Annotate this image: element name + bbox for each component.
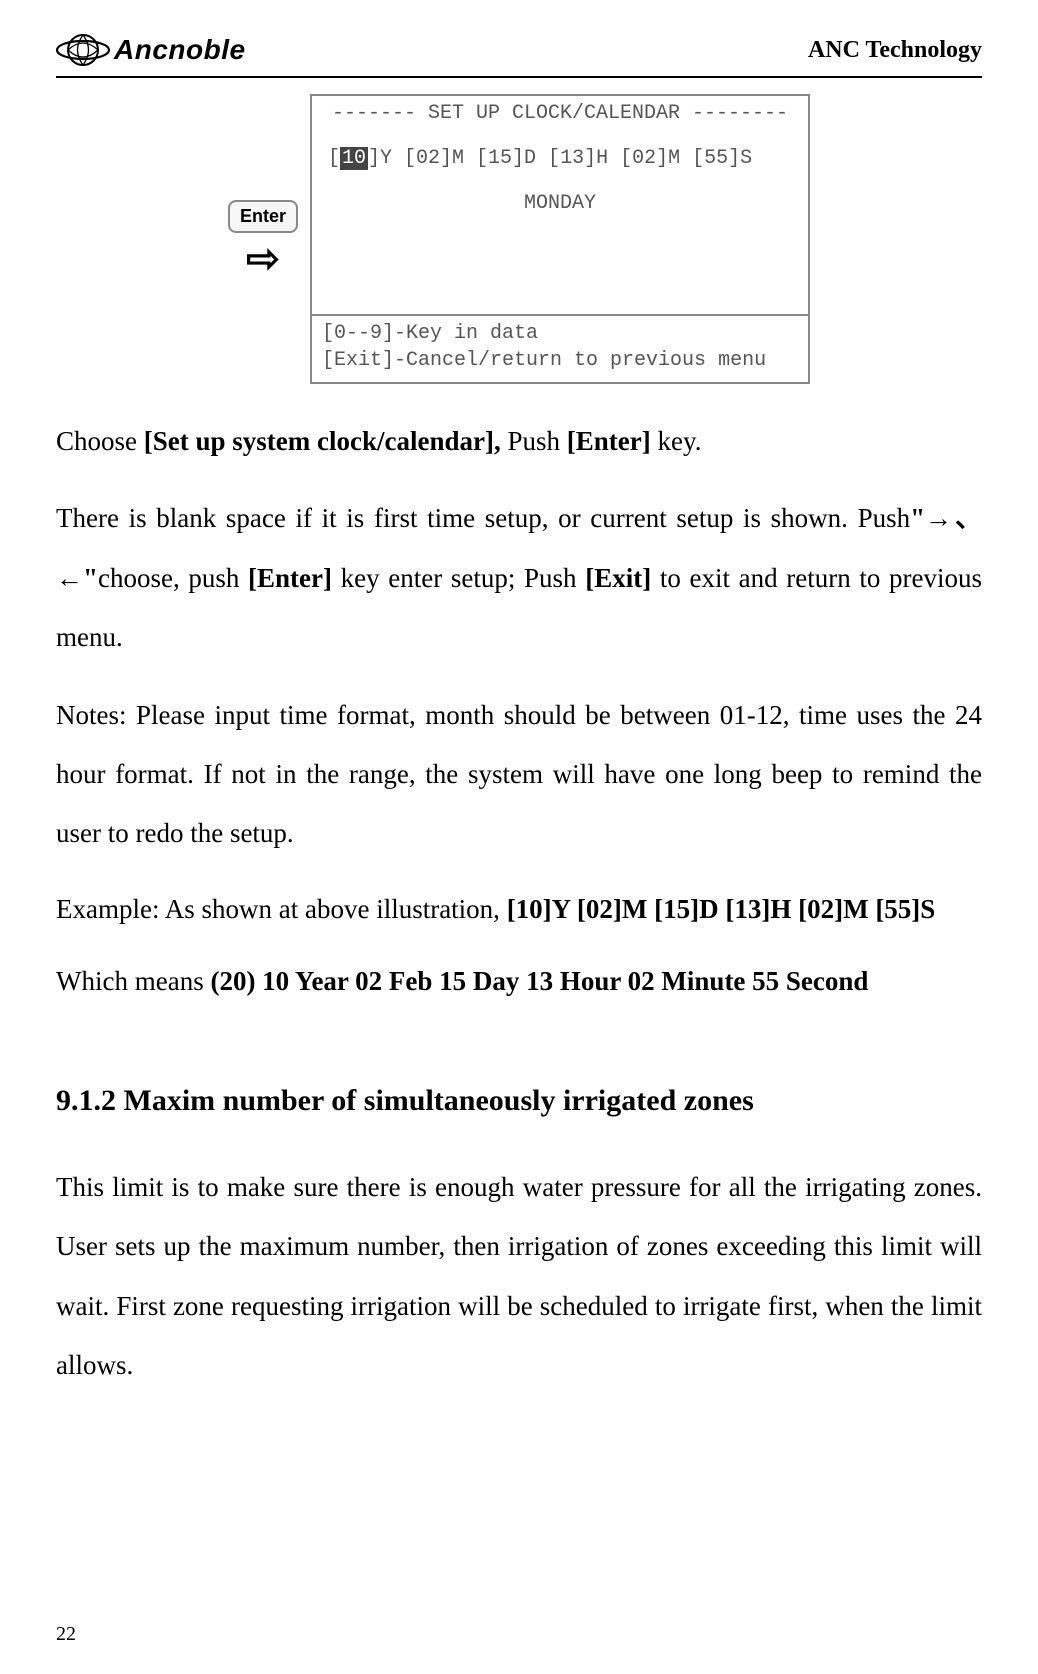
body-content: Choose [Set up system clock/calendar], P…: [56, 412, 982, 1395]
arrow-right-icon: ⇨: [246, 239, 280, 279]
section-heading: 9.1.2 Maxim number of simultaneously irr…: [56, 1068, 982, 1134]
header-right-text: ANC Technology: [808, 37, 982, 64]
lcd-data-line: [10]Y [02]M [15]D [13]H [02]M [55]S: [322, 147, 798, 170]
lcd-title: ------- SET UP CLOCK/CALENDAR --------: [322, 102, 798, 125]
page-number: 22: [56, 1623, 76, 1646]
paragraph-2: There is blank space if it is first time…: [56, 489, 982, 667]
paragraph-3: Notes: Please input time format, month s…: [56, 686, 982, 864]
paragraph-4: Example: As shown at above illustration,…: [56, 882, 982, 936]
lcd-data-rest: ]Y [02]M [15]D [13]H [02]M [55]S: [368, 147, 752, 170]
enter-key-illustration: Enter ⇨: [228, 200, 298, 279]
lcd-foot-1: [0--9]-Key in data: [322, 320, 798, 347]
lcd-foot-2: [Exit]-Cancel/return to previous menu: [322, 347, 798, 374]
lcd-day: MONDAY: [322, 192, 798, 215]
globe-icon: [56, 30, 110, 70]
illustration: Enter ⇨ ------- SET UP CLOCK/CALENDAR --…: [56, 94, 982, 384]
brand-logo: Ancnoble: [56, 30, 246, 70]
page-header: Ancnoble ANC Technology: [56, 30, 982, 78]
lcd-highlighted-year: 10: [340, 147, 368, 170]
paragraph-5: Which means (20) 10 Year 02 Feb 15 Day 1…: [56, 954, 982, 1008]
lcd-screen: ------- SET UP CLOCK/CALENDAR -------- […: [310, 94, 810, 384]
paragraph-6: This limit is to make sure there is enou…: [56, 1158, 982, 1396]
brand-name: Ancnoble: [114, 34, 246, 66]
paragraph-1: Choose [Set up system clock/calendar], P…: [56, 412, 982, 471]
enter-key-label: Enter: [228, 200, 298, 233]
